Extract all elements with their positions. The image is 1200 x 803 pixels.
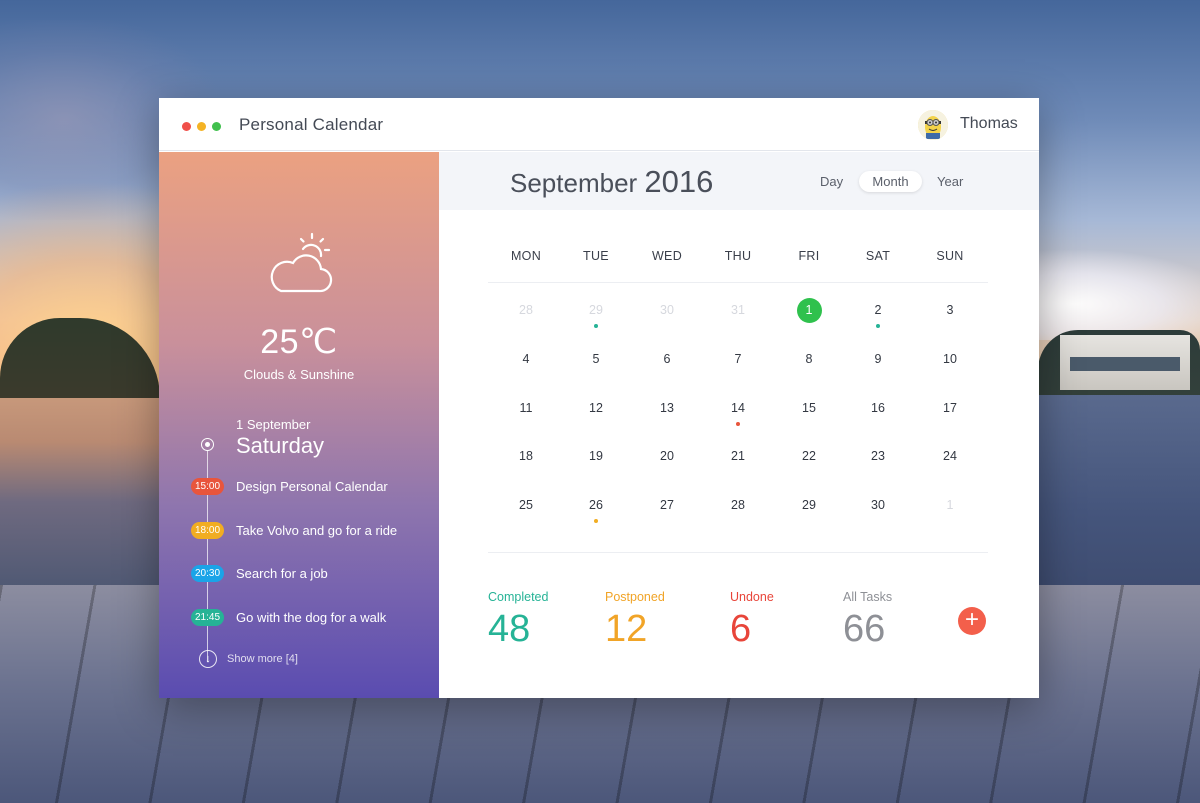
maximize-window-button[interactable] <box>212 122 221 131</box>
view-year-button[interactable]: Year <box>937 171 963 192</box>
day-cell[interactable]: 11 <box>510 395 542 421</box>
day-cell[interactable]: 4 <box>510 346 542 372</box>
weekday-label: MON <box>510 249 542 263</box>
day-cell[interactable]: 23 <box>862 443 894 469</box>
stat-label: Postponed <box>605 590 665 604</box>
day-cell[interactable]: 10 <box>934 346 966 372</box>
user-name[interactable]: Thomas <box>960 115 1018 133</box>
calendar-panel: September 2016 Day Month Year MON TUE WED T… <box>439 152 1039 698</box>
day-cell[interactable]: 2 <box>862 297 894 323</box>
timeline-current-icon <box>201 438 214 451</box>
day-cell-today[interactable]: 1 <box>793 297 825 323</box>
minion-avatar-icon <box>918 110 948 140</box>
weekday-label: WED <box>651 249 683 263</box>
day-cell[interactable]: 3 <box>934 297 966 323</box>
day-cell[interactable]: 21 <box>722 443 754 469</box>
day-cell[interactable]: 18 <box>510 443 542 469</box>
day-cell[interactable]: 30 <box>862 492 894 518</box>
event-time-badge: 21:45 <box>191 609 224 626</box>
agenda-event[interactable]: 21:45 Go with the dog for a walk <box>191 609 431 629</box>
agenda-date: 1 September <box>236 417 311 432</box>
weekday-label: TUE <box>583 249 609 263</box>
event-title: Search for a job <box>236 566 328 581</box>
day-cell[interactable]: 7 <box>722 346 754 372</box>
weekday-label: SUN <box>936 249 964 263</box>
agenda-weekday: Saturday <box>236 433 325 458</box>
weekday-label: THU <box>724 249 752 263</box>
day-cell[interactable]: 24 <box>934 443 966 469</box>
title-bar: Personal Calendar Thomas <box>159 98 1039 151</box>
temperature: 25℃ <box>260 323 338 361</box>
stat-value: 66 <box>843 608 886 650</box>
day-cell[interactable]: 30 <box>651 297 683 323</box>
month-name: September <box>510 168 638 198</box>
day-cell[interactable]: 6 <box>651 346 683 372</box>
add-task-button[interactable]: + <box>958 607 986 635</box>
agenda-event[interactable]: 18:00 Take Volvo and go for a ride <box>191 522 431 542</box>
view-month-button[interactable]: Month <box>859 171 922 192</box>
calendar-window: Personal Calendar Thomas 25℃ Clouds & Su… <box>159 98 1039 698</box>
stat-value: 48 <box>488 608 531 650</box>
day-cell[interactable]: 28 <box>510 297 542 323</box>
year-number: 2016 <box>644 164 714 199</box>
agenda-event[interactable]: 20:30 Search for a job <box>191 565 431 585</box>
weather-description: Clouds & Sunshine <box>243 367 355 382</box>
day-cell[interactable]: 19 <box>580 443 612 469</box>
close-window-button[interactable] <box>182 122 191 131</box>
avatar[interactable] <box>918 110 948 140</box>
day-cell[interactable]: 13 <box>651 395 683 421</box>
event-time-badge: 20:30 <box>191 565 224 582</box>
event-marker-dot <box>594 519 598 523</box>
day-cell[interactable]: 15 <box>793 395 825 421</box>
event-marker-dot <box>594 324 598 328</box>
day-cell[interactable]: 12 <box>580 395 612 421</box>
weekday-label: SAT <box>865 249 891 263</box>
house <box>1060 335 1190 390</box>
cloud-sun-icon <box>270 232 333 293</box>
stat-label: Completed <box>488 590 549 604</box>
day-cell[interactable]: 22 <box>793 443 825 469</box>
divider <box>488 552 988 553</box>
event-title: Go with the dog for a walk <box>236 610 387 625</box>
day-cell[interactable]: 26 <box>580 492 612 518</box>
month-title: September 2016 <box>510 164 713 200</box>
agenda-event[interactable]: 15:00 Design Personal Calendar <box>191 478 431 498</box>
divider <box>488 282 988 283</box>
stat-value: 12 <box>605 608 648 650</box>
day-cell[interactable]: 20 <box>651 443 683 469</box>
arrow-down-icon: ↓ <box>199 650 217 668</box>
stat-label: All Tasks <box>843 590 893 604</box>
day-cell[interactable]: 8 <box>793 346 825 372</box>
sidebar: 25℃ Clouds & Sunshine 1 September Saturd… <box>159 152 439 698</box>
day-cell[interactable]: 29 <box>580 297 612 323</box>
app-title: Personal Calendar <box>239 115 384 134</box>
day-cell[interactable]: 5 <box>580 346 612 372</box>
weekday-label: FRI <box>798 249 820 263</box>
show-more-label: Show more [4] <box>227 653 298 665</box>
event-time-badge: 15:00 <box>191 478 224 495</box>
event-marker-dot <box>736 422 740 426</box>
show-more-button[interactable]: ↓ Show more [4] <box>199 650 399 670</box>
day-cell[interactable]: 29 <box>793 492 825 518</box>
day-cell[interactable]: 25 <box>510 492 542 518</box>
day-cell[interactable]: 17 <box>934 395 966 421</box>
calendar-header: September 2016 Day Month Year <box>439 152 1039 210</box>
event-time-badge: 18:00 <box>191 522 224 539</box>
day-cell[interactable]: 14 <box>722 395 754 421</box>
day-cell[interactable]: 28 <box>722 492 754 518</box>
day-cell[interactable]: 27 <box>651 492 683 518</box>
stat-value: 6 <box>730 608 752 650</box>
day-cell[interactable]: 16 <box>862 395 894 421</box>
event-marker-dot <box>876 324 880 328</box>
view-day-button[interactable]: Day <box>820 171 843 192</box>
day-cell[interactable]: 31 <box>722 297 754 323</box>
day-cell[interactable]: 1 <box>934 492 966 518</box>
day-cell[interactable]: 9 <box>862 346 894 372</box>
event-title: Design Personal Calendar <box>236 479 388 494</box>
stat-label: Undone <box>730 590 774 604</box>
minimize-window-button[interactable] <box>197 122 206 131</box>
event-title: Take Volvo and go for a ride <box>236 523 398 538</box>
